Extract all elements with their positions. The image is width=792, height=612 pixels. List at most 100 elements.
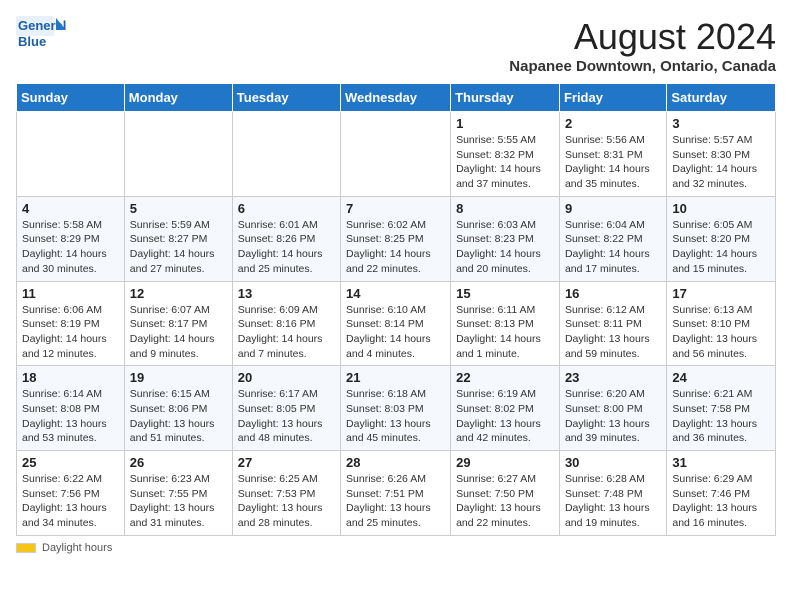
day-info: Sunrise: 6:25 AMSunset: 7:53 PMDaylight:… (238, 472, 335, 531)
calendar: SundayMondayTuesdayWednesdayThursdayFrid… (16, 83, 776, 536)
day-number: 14 (346, 286, 445, 301)
calendar-cell (232, 112, 340, 197)
calendar-cell: 17 Sunrise: 6:13 AMSunset: 8:10 PMDayligh… (667, 281, 776, 366)
calendar-cell: 31Sunrise: 6:29 AMSunset: 7:46 PMDayligh… (667, 451, 776, 536)
day-info: Sunrise: 6:22 AMSunset: 7:56 PMDaylight:… (22, 472, 119, 531)
weekday-header-monday: Monday (124, 84, 232, 112)
calendar-cell: 5 Sunrise: 5:59 AMSunset: 8:27 PMDaylight… (124, 196, 232, 281)
day-info: Sunrise: 5:57 AMSunset: 8:30 PMDaylight:… (672, 133, 770, 192)
calendar-cell: 19 Sunrise: 6:15 AMSunset: 8:06 PMDayligh… (124, 366, 232, 451)
day-info: Sunrise: 6:26 AMSunset: 7:51 PMDaylight:… (346, 472, 445, 531)
day-number: 7 (346, 201, 445, 216)
footer: Daylight hours (16, 542, 776, 554)
day-info: Sunrise: 6:07 AMSunset: 8:17 PMDaylight:… (130, 303, 227, 362)
calendar-cell: 13Sunrise: 6:09 AMSunset: 8:16 PMDayligh… (232, 281, 340, 366)
calendar-cell: 15 Sunrise: 6:11 AMSunset: 8:13 PMDayligh… (451, 281, 560, 366)
calendar-cell (17, 112, 125, 197)
day-number: 2 (565, 116, 661, 131)
day-number: 23 (565, 370, 661, 385)
day-info: Sunrise: 6:01 AMSunset: 8:26 PMDaylight:… (238, 218, 335, 277)
calendar-cell: 25 Sunrise: 6:22 AMSunset: 7:56 PMDayligh… (17, 451, 125, 536)
day-info: Sunrise: 5:59 AMSunset: 8:27 PMDaylight:… (130, 218, 227, 277)
calendar-cell: 27 Sunrise: 6:25 AMSunset: 7:53 PMDayligh… (232, 451, 340, 536)
logo: General Blue (16, 16, 68, 60)
day-number: 26 (130, 455, 227, 470)
calendar-cell (341, 112, 451, 197)
calendar-cell: 12 Sunrise: 6:07 AMSunset: 8:17 PMDayligh… (124, 281, 232, 366)
month-title: August 2024 (509, 16, 776, 58)
calendar-cell: 9 Sunrise: 6:04 AMSunset: 8:22 PMDaylight… (559, 196, 666, 281)
day-number: 11 (22, 286, 119, 301)
weekday-header-saturday: Saturday (667, 84, 776, 112)
calendar-cell: 24Sunrise: 6:21 AMSunset: 7:58 PMDayligh… (667, 366, 776, 451)
day-info: Sunrise: 6:28 AMSunset: 7:48 PMDaylight:… (565, 472, 661, 531)
day-info: Sunrise: 6:17 AMSunset: 8:05 PMDaylight:… (238, 387, 335, 446)
weekday-header-friday: Friday (559, 84, 666, 112)
day-info: Sunrise: 6:12 AMSunset: 8:11 PMDaylight:… (565, 303, 661, 362)
header: General Blue August 2024 Napanee Downtow… (16, 16, 776, 75)
day-info: Sunrise: 6:14 AMSunset: 8:08 PMDaylight:… (22, 387, 119, 446)
calendar-cell: 20 Sunrise: 6:17 AMSunset: 8:05 PMDayligh… (232, 366, 340, 451)
daylight-label: Daylight hours (42, 542, 112, 554)
day-info: Sunrise: 5:55 AMSunset: 8:32 PMDaylight:… (456, 133, 554, 192)
calendar-cell: 7Sunrise: 6:02 AMSunset: 8:25 PMDaylight… (341, 196, 451, 281)
day-number: 6 (238, 201, 335, 216)
day-number: 18 (22, 370, 119, 385)
calendar-cell: 23 Sunrise: 6:20 AMSunset: 8:00 PMDayligh… (559, 366, 666, 451)
day-number: 28 (346, 455, 445, 470)
calendar-cell: 8Sunrise: 6:03 AMSunset: 8:23 PMDaylight… (451, 196, 560, 281)
day-number: 3 (672, 116, 770, 131)
day-number: 24 (672, 370, 770, 385)
day-number: 9 (565, 201, 661, 216)
day-number: 29 (456, 455, 554, 470)
calendar-cell: 4Sunrise: 5:58 AMSunset: 8:29 PMDaylight… (17, 196, 125, 281)
calendar-cell: 2 Sunrise: 5:56 AMSunset: 8:31 PMDaylight… (559, 112, 666, 197)
calendar-cell (124, 112, 232, 197)
day-number: 27 (238, 455, 335, 470)
day-info: Sunrise: 6:19 AMSunset: 8:02 PMDaylight:… (456, 387, 554, 446)
calendar-cell: 10 Sunrise: 6:05 AMSunset: 8:20 PMDayligh… (667, 196, 776, 281)
day-number: 12 (130, 286, 227, 301)
day-info: Sunrise: 5:56 AMSunset: 8:31 PMDaylight:… (565, 133, 661, 192)
calendar-cell: 1 Sunrise: 5:55 AMSunset: 8:32 PMDaylight… (451, 112, 560, 197)
weekday-header-thursday: Thursday (451, 84, 560, 112)
calendar-cell: 6 Sunrise: 6:01 AMSunset: 8:26 PMDaylight… (232, 196, 340, 281)
day-info: Sunrise: 6:15 AMSunset: 8:06 PMDaylight:… (130, 387, 227, 446)
calendar-cell: 18 Sunrise: 6:14 AMSunset: 8:08 PMDayligh… (17, 366, 125, 451)
day-number: 31 (672, 455, 770, 470)
calendar-cell: 26 Sunrise: 6:23 AMSunset: 7:55 PMDayligh… (124, 451, 232, 536)
day-info: Sunrise: 6:18 AMSunset: 8:03 PMDaylight:… (346, 387, 445, 446)
calendar-cell: 28 Sunrise: 6:26 AMSunset: 7:51 PMDayligh… (341, 451, 451, 536)
day-info: Sunrise: 6:13 AMSunset: 8:10 PMDaylight:… (672, 303, 770, 362)
calendar-cell: 14 Sunrise: 6:10 AMSunset: 8:14 PMDayligh… (341, 281, 451, 366)
day-number: 1 (456, 116, 554, 131)
day-info: Sunrise: 6:27 AMSunset: 7:50 PMDaylight:… (456, 472, 554, 531)
calendar-cell: 29 Sunrise: 6:27 AMSunset: 7:50 PMDayligh… (451, 451, 560, 536)
day-info: Sunrise: 6:06 AMSunset: 8:19 PMDaylight:… (22, 303, 119, 362)
weekday-header-wednesday: Wednesday (341, 84, 451, 112)
day-info: Sunrise: 5:58 AMSunset: 8:29 PMDaylight:… (22, 218, 119, 277)
day-number: 8 (456, 201, 554, 216)
calendar-cell: 16 Sunrise: 6:12 AMSunset: 8:11 PMDayligh… (559, 281, 666, 366)
weekday-header-tuesday: Tuesday (232, 84, 340, 112)
day-number: 30 (565, 455, 661, 470)
day-number: 25 (22, 455, 119, 470)
day-info: Sunrise: 6:04 AMSunset: 8:22 PMDaylight:… (565, 218, 661, 277)
day-number: 19 (130, 370, 227, 385)
day-number: 22 (456, 370, 554, 385)
day-number: 5 (130, 201, 227, 216)
day-info: Sunrise: 6:05 AMSunset: 8:20 PMDaylight:… (672, 218, 770, 277)
day-info: Sunrise: 6:20 AMSunset: 8:00 PMDaylight:… (565, 387, 661, 446)
day-number: 15 (456, 286, 554, 301)
day-info: Sunrise: 6:11 AMSunset: 8:13 PMDaylight:… (456, 303, 554, 362)
day-info: Sunrise: 6:23 AMSunset: 7:55 PMDaylight:… (130, 472, 227, 531)
day-info: Sunrise: 6:10 AMSunset: 8:14 PMDaylight:… (346, 303, 445, 362)
day-number: 16 (565, 286, 661, 301)
day-number: 13 (238, 286, 335, 301)
calendar-cell: 30 Sunrise: 6:28 AMSunset: 7:48 PMDayligh… (559, 451, 666, 536)
day-number: 10 (672, 201, 770, 216)
calendar-cell: 11 Sunrise: 6:06 AMSunset: 8:19 PMDayligh… (17, 281, 125, 366)
day-number: 20 (238, 370, 335, 385)
day-number: 17 (672, 286, 770, 301)
calendar-cell: 21Sunrise: 6:18 AMSunset: 8:03 PMDayligh… (341, 366, 451, 451)
